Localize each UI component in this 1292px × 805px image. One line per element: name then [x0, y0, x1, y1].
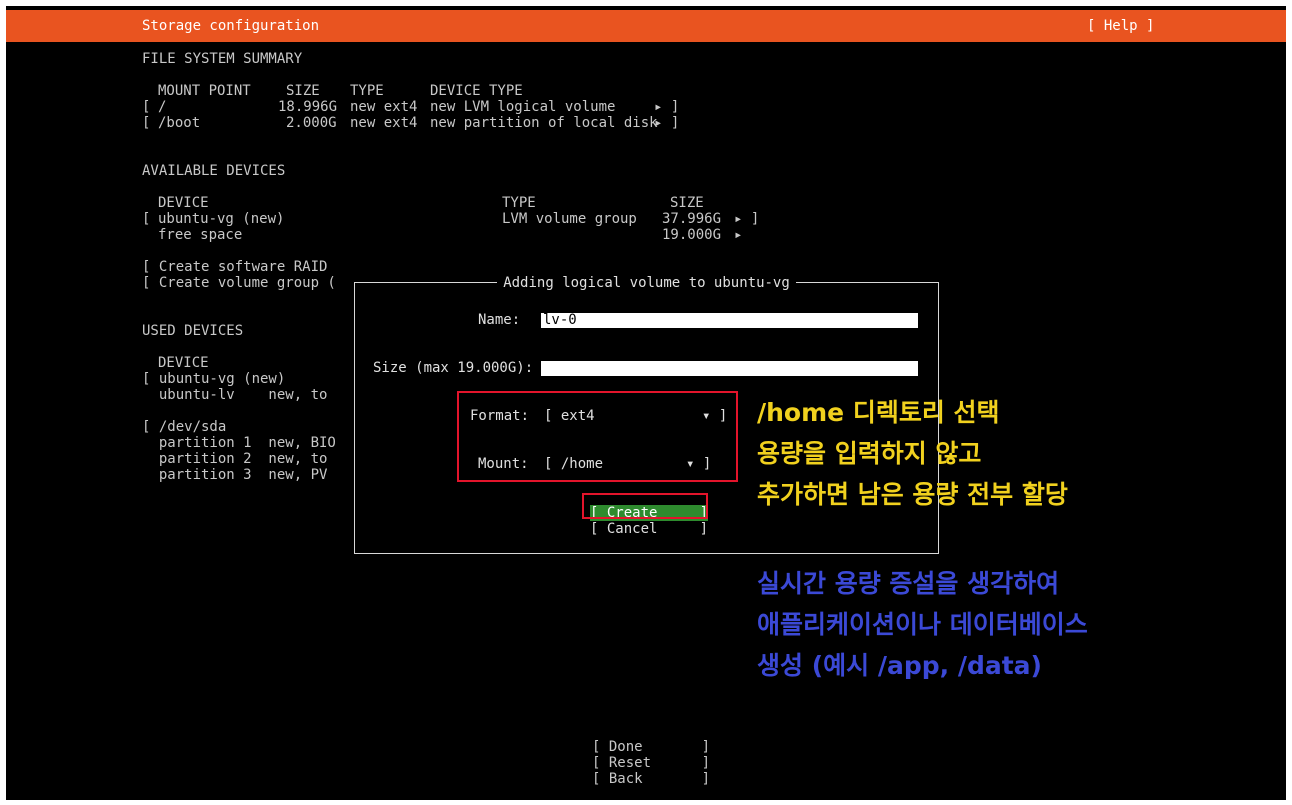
device-type: new partition of local disk [430, 115, 658, 131]
used-device-line: partition 1 new, BIO [142, 435, 336, 451]
create-volume-group-button[interactable]: [ Create volume group ( [142, 275, 336, 291]
annotation-blue-line: 애플리케이션이나 데이터베이스 [757, 610, 1088, 639]
device-name: ubuntu-vg (new) [158, 211, 285, 227]
annotation-yellow-line: 용량을 입력하지 않고 [757, 439, 982, 468]
device-name: free space [158, 227, 243, 243]
header-bar: Storage configuration [ Help ] [6, 10, 1286, 42]
row-arrow-icon[interactable]: ▸ ] [654, 115, 679, 131]
col-mount-point: MOUNT POINT [158, 83, 251, 99]
size: 18.996G [278, 99, 338, 115]
col-device: DEVICE [158, 355, 209, 371]
row-arrow-icon[interactable]: ▸ [734, 227, 742, 243]
used-device-line[interactable]: [ /dev/sda [142, 419, 226, 435]
col-type: TYPE [350, 83, 384, 99]
cancel-button[interactable]: [ Cancel ] [590, 521, 708, 537]
format-mount-highlight-box [457, 391, 738, 482]
name-input[interactable] [541, 313, 918, 328]
size-label: Size (max 19.000G): [373, 360, 534, 376]
page-title: Storage configuration [142, 18, 320, 34]
reset-button[interactable]: [ Reset ] [592, 755, 710, 771]
row-open-bracket: [ [142, 99, 151, 115]
row-arrow-icon[interactable]: ▸ ] [654, 99, 679, 115]
back-button[interactable]: [ Back ] [592, 771, 710, 787]
done-button[interactable]: [ Done ] [592, 739, 710, 755]
col-size: SIZE [670, 195, 704, 211]
create-button-highlight-box [582, 493, 708, 519]
device-type: new LVM logical volume [430, 99, 616, 115]
fs-type: new ext4 [350, 99, 418, 115]
installer-screen: Storage configuration [ Help ] FILE SYST… [6, 6, 1286, 800]
used-devices-heading: USED DEVICES [142, 323, 244, 339]
col-device: DEVICE [158, 195, 209, 211]
row-open-bracket: [ [142, 115, 151, 131]
name-label: Name: [478, 312, 521, 328]
dialog-title: Adding logical volume to ubuntu-vg [497, 275, 796, 291]
col-type: TYPE [502, 195, 536, 211]
annotation-yellow-line: /home 디렉토리 선택 [757, 398, 1000, 427]
create-software-raid-button[interactable]: [ Create software RAID [142, 259, 327, 275]
fs-type: new ext4 [350, 115, 418, 131]
device-type: LVM volume group [502, 211, 637, 227]
used-device-line: partition 3 new, PV [142, 467, 328, 483]
row-open-bracket: [ [142, 211, 151, 227]
used-device-line: ubuntu-lv new, to [142, 387, 328, 403]
annotation-blue-line: 생성 (예시 /app, /data) [757, 651, 1042, 680]
row-arrow-icon[interactable]: ▸ ] [734, 211, 759, 227]
col-device-type: DEVICE TYPE [430, 83, 523, 99]
size: 2.000G [286, 115, 337, 131]
available-devices-heading: AVAILABLE DEVICES [142, 163, 286, 179]
annotation-yellow-line: 추가하면 남은 용량 전부 할당 [757, 480, 1068, 509]
device-size: 19.000G [662, 227, 722, 243]
annotation-blue-line: 실시간 용량 증설을 생각하여 [757, 569, 1060, 598]
size-input[interactable] [541, 361, 918, 376]
used-device-line[interactable]: [ ubuntu-vg (new) [142, 371, 285, 387]
col-size: SIZE [286, 83, 320, 99]
fs-summary-heading: FILE SYSTEM SUMMARY [142, 51, 303, 67]
help-button[interactable]: [ Help ] [1087, 18, 1154, 34]
mount-point: / [158, 99, 167, 115]
device-size: 37.996G [662, 211, 722, 227]
used-device-line: partition 2 new, to [142, 451, 328, 467]
mount-point: /boot [158, 115, 201, 131]
